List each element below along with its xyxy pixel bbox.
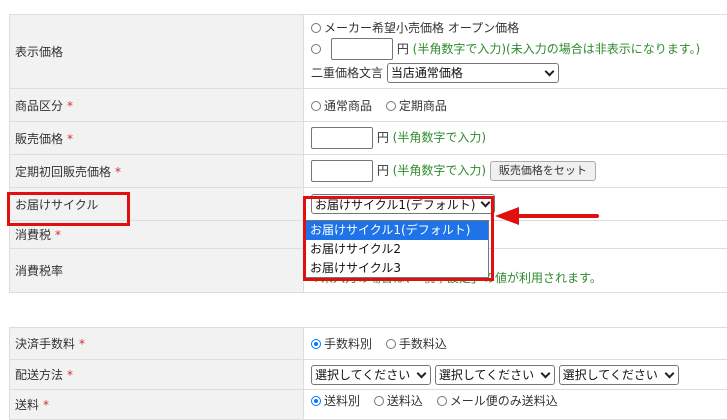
required-mark: * xyxy=(55,228,61,242)
required-mark: * xyxy=(67,132,73,146)
mail-only-shipping-label: メール便のみ送料込 xyxy=(450,394,558,408)
display-price-input[interactable] xyxy=(331,38,393,60)
dropdown-highlight-box xyxy=(303,196,494,281)
first-sub-price-yen: 円 xyxy=(377,164,389,178)
first-sub-price-label-cell: 定期初回販売価格 * xyxy=(10,155,304,188)
shipping-method-select-1[interactable]: 選択してください xyxy=(311,365,431,385)
shipping-method-label-cell: 配送方法 * xyxy=(10,360,304,390)
product-type-label: 商品区分 xyxy=(15,99,63,113)
fee-excluded-radio[interactable] xyxy=(311,339,321,349)
shipping-fee-cell: 送料別 送料込 メール便のみ送料込 xyxy=(304,390,727,420)
chevron-down-icon xyxy=(664,368,674,378)
product-type-normal-label: 通常商品 xyxy=(324,99,372,113)
arrow-annotation-icon xyxy=(493,206,601,226)
required-mark: * xyxy=(115,165,121,179)
fee-included-radio[interactable] xyxy=(386,339,396,349)
double-price-select[interactable]: 当店通常価格 xyxy=(387,63,559,83)
shipping-method-label: 配送方法 xyxy=(15,368,63,382)
product-type-cell: 通常商品 定期商品 xyxy=(304,89,727,122)
custom-price-radio[interactable] xyxy=(311,44,321,54)
product-type-normal-radio[interactable] xyxy=(311,101,321,111)
open-price-label: メーカー希望小売価格 オープン価格 xyxy=(324,21,519,35)
required-mark: * xyxy=(79,337,85,351)
first-sub-price-hint: (半角数字で入力) xyxy=(393,164,486,178)
tax-rate-label: 消費税率 xyxy=(15,264,63,278)
required-mark: * xyxy=(67,368,73,382)
first-sub-price-input[interactable] xyxy=(311,160,373,182)
fee-included-label: 手数料込 xyxy=(399,337,447,351)
payment-form-table: 決済手数料 * 手数料別 手数料込 配送方法 * 選択してください 選択してください… xyxy=(9,327,727,420)
shipping-fee-label: 送料 xyxy=(15,398,39,412)
chevron-down-icon xyxy=(544,67,554,77)
label-highlight-box xyxy=(7,192,130,226)
first-sub-price-cell: 円 (半角数字で入力) 販売価格をセット xyxy=(304,155,727,188)
display-price-cell: メーカー希望小売価格 オープン価格 円 (半角数字で入力)(未入力の場合は非表示… xyxy=(304,15,727,89)
payment-fee-label-cell: 決済手数料 * xyxy=(10,328,304,360)
tax-rate-label-cell: 消費税率 xyxy=(10,249,304,293)
shipping-method-select-3[interactable]: 選択してください xyxy=(559,365,679,385)
display-price-yen: 円 xyxy=(397,42,409,56)
required-mark: * xyxy=(43,398,49,412)
shipping-included-radio[interactable] xyxy=(374,396,384,406)
payment-fee-label: 決済手数料 xyxy=(15,337,75,351)
tax-label: 消費税 xyxy=(15,228,51,242)
open-price-radio[interactable] xyxy=(311,23,321,33)
chevron-down-icon xyxy=(540,368,550,378)
shipping-method-select-2[interactable]: 選択してください xyxy=(435,365,555,385)
first-sub-price-label: 定期初回販売価格 xyxy=(15,165,111,179)
display-price-label: 表示価格 xyxy=(15,45,63,59)
product-type-subscription-radio[interactable] xyxy=(386,101,396,111)
sale-price-hint: (半角数字で入力) xyxy=(393,131,486,145)
sale-price-label-cell: 販売価格 * xyxy=(10,122,304,155)
sale-price-yen: 円 xyxy=(377,131,389,145)
shipping-excluded-label: 送料別 xyxy=(324,394,360,408)
required-mark: * xyxy=(67,99,73,113)
chevron-down-icon xyxy=(417,368,427,378)
display-price-hint: (半角数字で入力)(未入力の場合は非表示になります。) xyxy=(413,42,701,56)
payment-fee-cell: 手数料別 手数料込 xyxy=(304,328,727,360)
fee-excluded-label: 手数料別 xyxy=(324,337,372,351)
product-type-subscription-label: 定期商品 xyxy=(399,99,447,113)
shipping-method-cell: 選択してください 選択してください 選択してください xyxy=(304,360,727,390)
display-price-label-cell: 表示価格 xyxy=(10,15,304,89)
product-type-label-cell: 商品区分 * xyxy=(10,89,304,122)
double-price-label: 二重価格文言 xyxy=(311,66,383,80)
sale-price-label: 販売価格 xyxy=(15,132,63,146)
set-sale-price-button[interactable]: 販売価格をセット xyxy=(490,161,596,181)
shipping-included-label: 送料込 xyxy=(387,394,423,408)
shipping-excluded-radio[interactable] xyxy=(311,396,321,406)
sale-price-input[interactable] xyxy=(311,127,373,149)
sale-price-cell: 円 (半角数字で入力) xyxy=(304,122,727,155)
mail-only-shipping-radio[interactable] xyxy=(437,396,447,406)
shipping-fee-label-cell: 送料 * xyxy=(10,390,304,420)
